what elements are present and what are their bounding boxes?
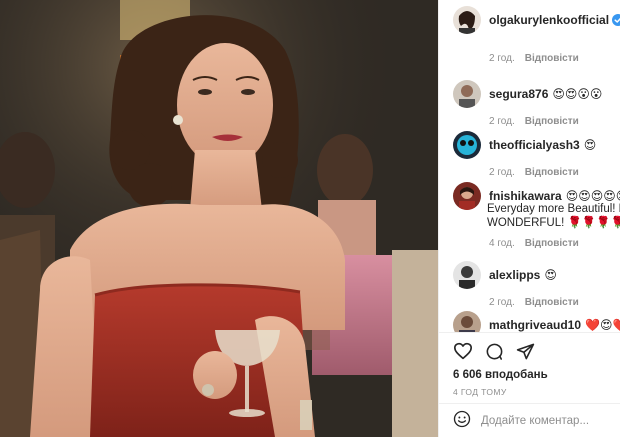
comment-text: 😍 — [583, 138, 597, 152]
comment-reply-button[interactable]: Відповісти — [525, 167, 579, 178]
caption-reply-button[interactable]: Відповісти — [525, 53, 579, 64]
comments-list[interactable]: 2 год. Відповісти segura876 😍😍😮😮 2 год. … — [439, 40, 620, 332]
comment-time: 4 год. — [489, 238, 515, 249]
comment-time: 2 год. — [489, 116, 515, 127]
comment-item: segura876 😍😍😮😮 2 год. Відповісти — [453, 80, 620, 127]
post-header: olgakurylenkoofficial — [439, 0, 620, 40]
caption-time: 2 год. — [489, 53, 515, 64]
post-actions: 6 606 вподобань 4 год тому — [439, 332, 620, 437]
commenter-avatar[interactable] — [453, 80, 481, 108]
comment-text: ❤️😍❤️😍 — [585, 318, 620, 332]
share-icon[interactable] — [516, 342, 535, 361]
comment-body-line: WONDERFUL! 🌹🌹🌹🌹🌹 — [487, 217, 620, 229]
comment-text: 😍 — [544, 268, 557, 282]
author-avatar[interactable] — [453, 6, 481, 34]
post-timestamp: 4 год тому — [453, 387, 507, 397]
add-comment-bar — [439, 403, 620, 437]
caption-meta: 2 год. Відповісти — [489, 53, 579, 64]
post-photo[interactable] — [0, 0, 438, 437]
comment-reply-button[interactable]: Відповісти — [525, 238, 579, 249]
commenter-username[interactable]: mathgriveaud10 — [489, 318, 581, 332]
comment-text: 😍😍😍😍😍 — [565, 189, 620, 203]
commenter-avatar[interactable] — [453, 311, 481, 332]
comment-icon[interactable] — [485, 342, 504, 361]
comment-text: 😍😍😮😮 — [552, 87, 603, 101]
commenter-avatar[interactable] — [453, 261, 481, 289]
comment-reply-button[interactable]: Відповісти — [525, 297, 579, 308]
commenter-avatar[interactable] — [453, 182, 481, 210]
verified-badge-icon — [612, 14, 620, 26]
author-username[interactable]: olgakurylenkoofficial — [489, 13, 609, 27]
comment-item: mathgriveaud10 ❤️😍❤️😍 — [453, 311, 620, 332]
comment-item: theofficialyash3 😍 2 год. Відповісти — [453, 131, 620, 178]
post-image — [0, 0, 438, 437]
commenter-username[interactable]: fnishikawara — [489, 189, 562, 203]
action-icons — [453, 342, 535, 361]
comment-input[interactable] — [481, 415, 620, 427]
commenter-avatar[interactable] — [453, 131, 481, 159]
likes-count[interactable]: 6 606 вподобань — [453, 369, 548, 381]
comment-time: 2 год. — [489, 297, 515, 308]
comment-item: alexlipps 😍 2 год. Відповісти — [453, 261, 620, 308]
emoji-icon[interactable] — [453, 410, 471, 433]
heart-icon[interactable] — [453, 342, 473, 361]
commenter-username[interactable]: alexlipps — [489, 268, 540, 282]
commenter-username[interactable]: theofficialyash3 — [489, 138, 580, 152]
commenter-username[interactable]: segura876 — [489, 87, 548, 101]
comment-reply-button[interactable]: Відповісти — [525, 116, 579, 127]
comment-item: fnishikawara 😍😍😍😍😍 Everyday more Beautif… — [453, 182, 620, 249]
comment-time: 2 год. — [489, 167, 515, 178]
post-side-panel: olgakurylenkoofficial 2 год. Відповісти … — [438, 0, 620, 437]
